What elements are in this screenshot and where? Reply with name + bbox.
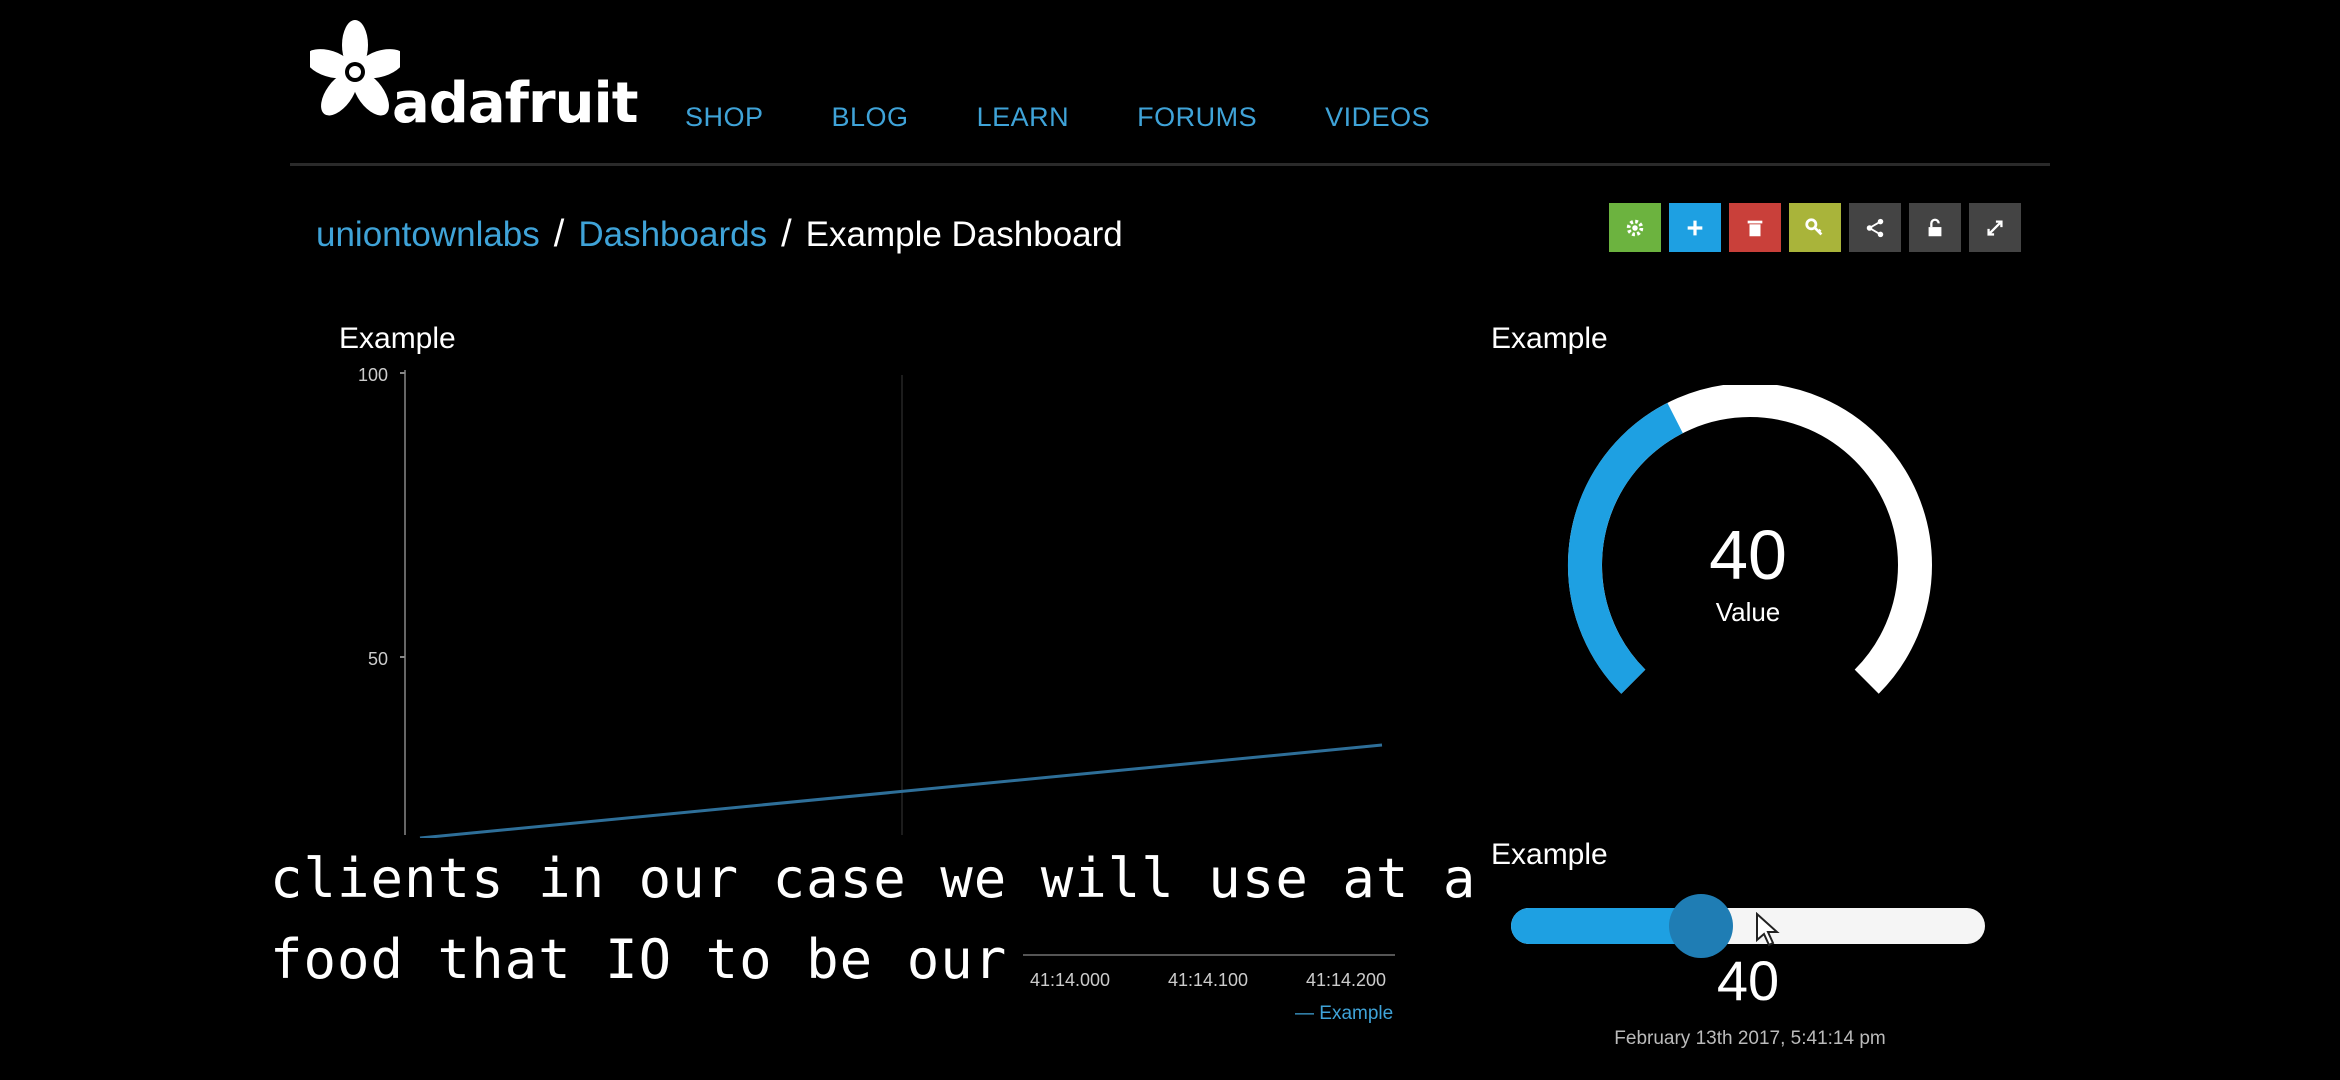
- key-icon: [1805, 217, 1823, 235]
- share-icon: [1866, 218, 1884, 237]
- fullscreen-button[interactable]: [1969, 203, 2021, 252]
- caption-line-1: clients in our case we will use at a: [270, 838, 1493, 919]
- settings-button[interactable]: [1609, 203, 1661, 252]
- share-button[interactable]: [1849, 203, 1901, 252]
- key-button[interactable]: [1789, 203, 1841, 252]
- breadcrumb: uniontownlabs / Dashboards / Example Dashboa…: [316, 213, 1123, 256]
- caption-line-2: food that IO to be our: [270, 919, 1024, 1000]
- delete-button[interactable]: [1729, 203, 1781, 252]
- lock-icon: [1928, 218, 1942, 236]
- plus-icon: [1687, 220, 1703, 235]
- breadcrumb-separator: /: [781, 213, 792, 255]
- breadcrumb-user[interactable]: uniontownlabs: [316, 215, 540, 254]
- gear-icon: [1626, 219, 1644, 236]
- nav-forums[interactable]: FORUMS: [1137, 102, 1257, 133]
- nav-learn[interactable]: LEARN: [977, 102, 1070, 133]
- header-divider: [290, 163, 2050, 166]
- nav-videos[interactable]: VIDEOS: [1325, 102, 1430, 133]
- add-block-button[interactable]: [1669, 203, 1721, 252]
- lock-button[interactable]: [1909, 203, 1961, 252]
- slider-timestamp: February 13th 2017, 5:41:14 pm: [1614, 1028, 1886, 1049]
- gauge-label: Value: [1715, 597, 1781, 627]
- trash-icon: [1747, 220, 1763, 236]
- breadcrumb-separator: /: [553, 213, 565, 255]
- breadcrumb-dashboards[interactable]: Dashboards: [578, 215, 767, 254]
- nav-blog[interactable]: BLOG: [832, 102, 909, 133]
- chart-legend[interactable]: — Example: [1295, 1003, 1393, 1025]
- y-tick-label-50: 50: [368, 649, 388, 669]
- gauge-value: 40: [1709, 516, 1787, 594]
- dashboard-toolbar: [1609, 203, 2021, 252]
- gauge-title: Example: [1491, 322, 1608, 355]
- slider-value: 40: [1716, 949, 1780, 1012]
- line-chart-title: Example: [339, 322, 456, 355]
- adafruit-logo[interactable]: adafruit: [310, 20, 638, 135]
- slider-track[interactable]: [1511, 908, 1985, 944]
- expand-icon: [1987, 219, 2003, 236]
- video-caption: clients in our case we will use at a foo…: [270, 838, 1493, 1000]
- mouse-pointer-icon: [1756, 912, 1780, 947]
- page-title: Example Dashboard: [805, 215, 1123, 254]
- logo-wordmark: adafruit: [392, 71, 638, 136]
- nav-shop[interactable]: SHOP: [685, 102, 764, 133]
- flower-logo-icon: [310, 20, 400, 116]
- main-nav: SHOP BLOG LEARN FORUMS VIDEOS: [685, 102, 1498, 133]
- y-tick-label-100: 100: [358, 365, 388, 385]
- slider-title: Example: [1491, 838, 1608, 871]
